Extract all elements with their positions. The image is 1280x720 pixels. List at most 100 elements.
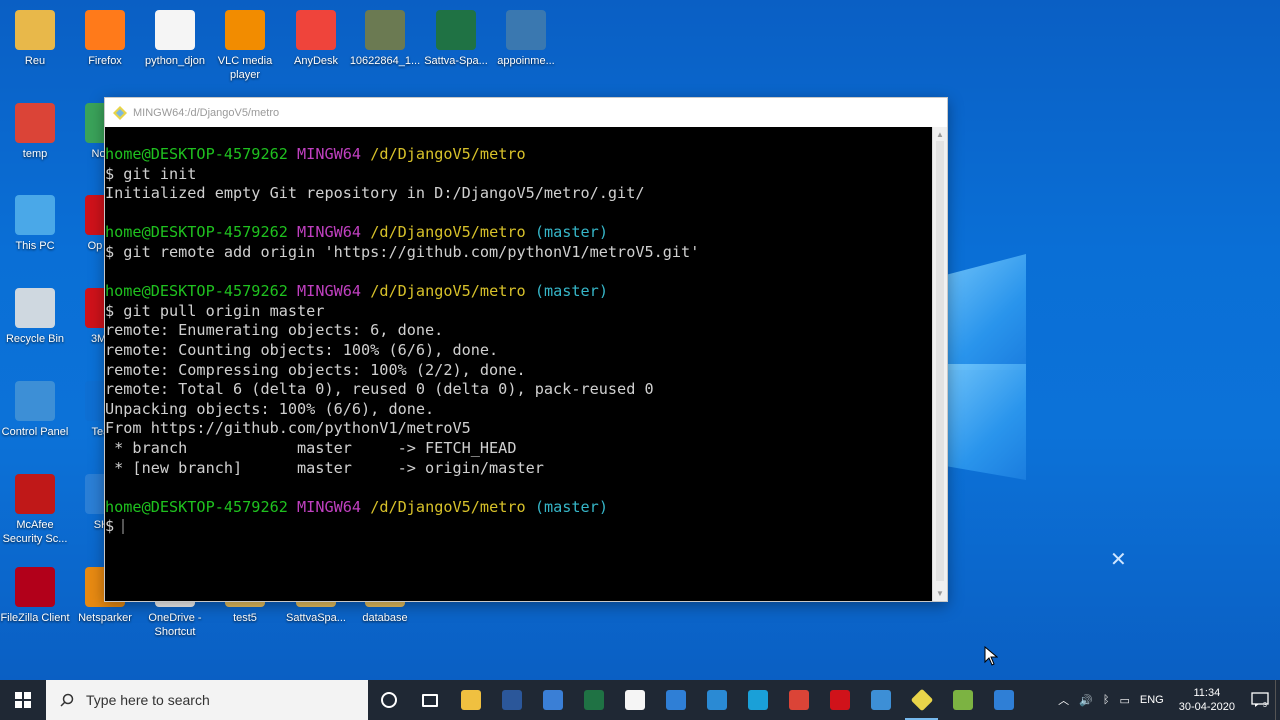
chrome-icon: [15, 103, 55, 143]
taskbar-app[interactable]: [819, 680, 860, 720]
prompt-path: /d/DjangoV5/metro: [370, 282, 526, 301]
desktop-icon[interactable]: 10622864_1...: [348, 10, 422, 68]
desktop-icon[interactable]: Firefox: [68, 10, 142, 68]
taskbar-app[interactable]: [409, 680, 450, 720]
filezilla-icon: [15, 567, 55, 607]
show-desktop-button[interactable]: [1275, 680, 1280, 720]
desktop-icon[interactable]: Reu: [0, 10, 72, 68]
start-button[interactable]: [0, 680, 46, 720]
taskbar-app[interactable]: [860, 680, 901, 720]
window-titlebar[interactable]: MINGW64:/d/DjangoV5/metro: [105, 98, 947, 127]
taskbar-app[interactable]: [532, 680, 573, 720]
output-line: From https://github.com/pythonV1/metroV5: [105, 419, 933, 439]
desktop-icon[interactable]: Recycle Bin: [0, 288, 72, 346]
taskbar-app[interactable]: [368, 680, 409, 720]
prompt-path: /d/DjangoV5/metro: [370, 223, 526, 242]
taskbar-app[interactable]: [942, 680, 983, 720]
control-panel-icon: [15, 381, 55, 421]
desktop-icon-label: python_djon: [145, 55, 205, 67]
prompt-line: home@DESKTOP-4579262 MINGW64 /d/DjangoV5…: [105, 145, 933, 165]
scroll-up-icon[interactable]: ▲: [936, 130, 944, 139]
terminal-text: remote: Total 6 (delta 0), reused 0 (del…: [105, 380, 654, 399]
taskbar-app[interactable]: [450, 680, 491, 720]
prompt-path: /d/DjangoV5/metro: [370, 497, 526, 516]
terminal-text: * [new branch] master -> origin/master: [105, 458, 544, 477]
notification-center-button[interactable]: 3: [1245, 680, 1275, 720]
desktop-icon[interactable]: VLC media player: [208, 10, 282, 82]
desktop-icon[interactable]: McAfee Security Sc...: [0, 474, 72, 546]
taskbar-app[interactable]: [655, 680, 696, 720]
scroll-down-icon[interactable]: ▼: [936, 589, 944, 598]
desktop-icon[interactable]: python_djon: [138, 10, 212, 68]
opera-icon: [829, 690, 850, 710]
mcafee-icon: [15, 474, 55, 514]
terminal-text: $ git pull origin master: [105, 301, 325, 320]
desktop-icon-label: AnyDesk: [293, 55, 339, 67]
taskbar-app[interactable]: [983, 680, 1024, 720]
output-line: remote: Total 6 (delta 0), reused 0 (del…: [105, 380, 933, 400]
terminal-text: remote: Enumerating objects: 6, done.: [105, 321, 444, 340]
desktop-icon-label: temp: [22, 148, 48, 160]
desktop-icon-label: Reu: [24, 55, 46, 67]
network-icon[interactable]: ▭: [1119, 694, 1129, 707]
terminal-text: $: [105, 517, 115, 536]
taskbar-app[interactable]: [614, 680, 655, 720]
prompt-branch: (master): [534, 282, 608, 301]
desktop-icon[interactable]: temp: [0, 103, 72, 161]
output-line: Unpacking objects: 100% (6/6), done.: [105, 400, 933, 420]
prompt-env: MINGW64: [297, 223, 362, 242]
desktop-icon-label: Firefox: [88, 55, 122, 67]
windows-icon: [15, 692, 31, 708]
desktop-icon[interactable]: appoinme...: [489, 10, 563, 68]
taskbar-app[interactable]: [573, 680, 614, 720]
vlc-icon: [225, 10, 265, 50]
windows-wallpaper-logo: [946, 240, 1028, 480]
user-folder-icon: [15, 10, 55, 50]
scrollbar-thumb[interactable]: [936, 141, 944, 581]
document-icon: [155, 10, 195, 50]
git-bash-icon: [910, 688, 933, 712]
terminal-text: $ git init: [105, 164, 197, 183]
notification-icon: 3: [1251, 692, 1269, 708]
chevron-up-icon[interactable]: ︿: [1058, 692, 1069, 708]
volume-icon[interactable]: 🔊: [1079, 694, 1093, 707]
taskbar-app[interactable]: [901, 680, 942, 720]
prompt-branch: (master): [534, 223, 608, 242]
desktop-icon-label: appoinme...: [497, 55, 555, 67]
prompt-user: home@DESKTOP-4579262: [105, 145, 288, 163]
text-cursor: [122, 519, 125, 535]
close-icon[interactable]: ✕: [1110, 550, 1128, 570]
taskbar-app[interactable]: [491, 680, 532, 720]
desktop-icon[interactable]: Sattva-Spa...: [419, 10, 493, 68]
output-line: remote: Counting objects: 100% (6/6), do…: [105, 341, 933, 361]
taskbar-app[interactable]: [737, 680, 778, 720]
taskbar-search-box[interactable]: Type here to search: [46, 680, 368, 720]
python-file-icon: [506, 10, 546, 50]
output-line: remote: Enumerating objects: 6, done.: [105, 321, 933, 341]
clock[interactable]: 11:34 30-04-2020: [1179, 686, 1235, 714]
prompt-user: home@DESKTOP-4579262: [105, 282, 288, 301]
desktop-icon[interactable]: Control Panel: [0, 381, 72, 439]
desktop-icon[interactable]: AnyDesk: [279, 10, 353, 68]
wallpaper-pane-bottom: [946, 364, 1026, 480]
excel-file-icon: [436, 10, 476, 50]
taskbar-app[interactable]: [778, 680, 819, 720]
language-indicator[interactable]: ENG: [1140, 694, 1164, 706]
word-icon: [501, 690, 522, 710]
mouse-pointer-icon: [984, 646, 998, 666]
prompt-line: home@DESKTOP-4579262 MINGW64 /d/DjangoV5…: [105, 498, 933, 518]
prompt-branch: (master): [534, 497, 608, 516]
output-line: * branch master -> FETCH_HEAD: [105, 439, 933, 459]
vertical-scrollbar[interactable]: ▲ ▼: [932, 127, 947, 601]
desktop-icon[interactable]: FileZilla Client: [0, 567, 72, 625]
chrome-icon: [788, 690, 809, 710]
bluetooth-icon[interactable]: ᛒ: [1103, 694, 1110, 706]
taskbar-app[interactable]: [696, 680, 737, 720]
desktop-icon[interactable]: This PC: [0, 195, 72, 253]
git-bash-window[interactable]: MINGW64:/d/DjangoV5/metro home@DESKTOP-4…: [104, 97, 948, 602]
prompt-env: MINGW64: [297, 282, 362, 301]
terminal-output[interactable]: home@DESKTOP-4579262 MINGW64 /d/DjangoV5…: [105, 127, 933, 601]
